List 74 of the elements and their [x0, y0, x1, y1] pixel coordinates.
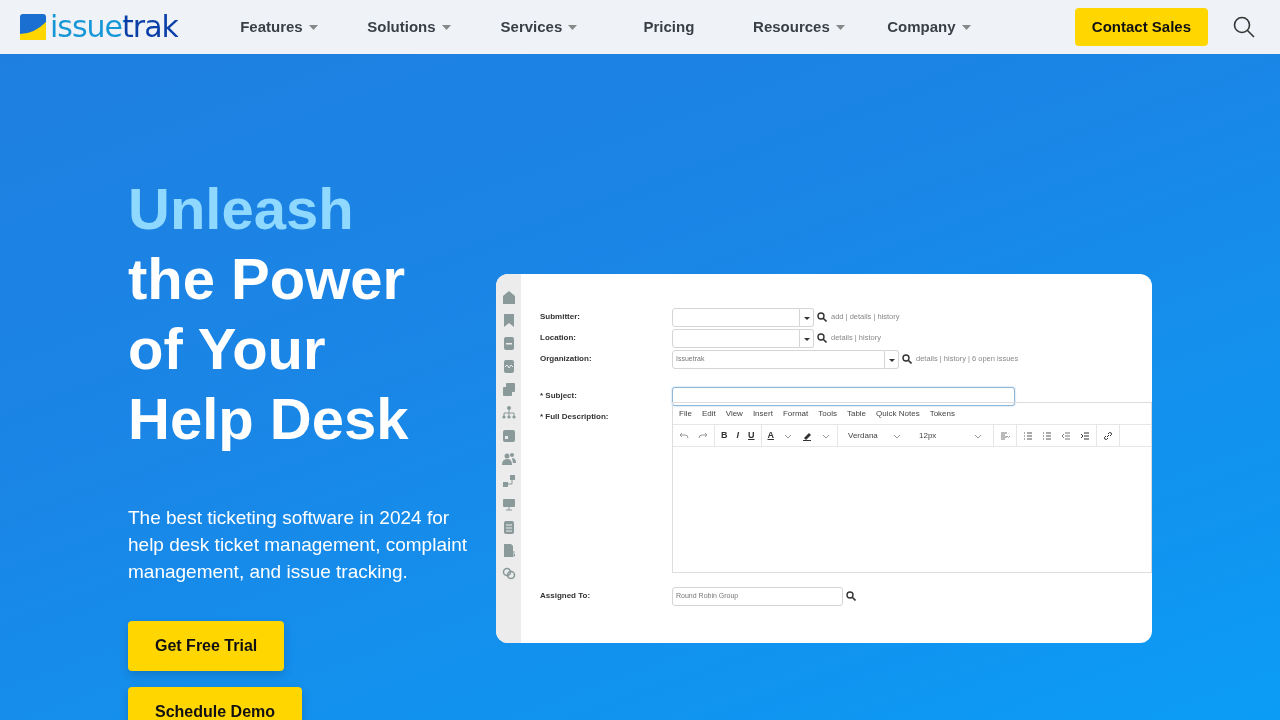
- font-size-select[interactable]: 12px: [915, 429, 987, 442]
- calendar-icon[interactable]: [501, 428, 516, 443]
- link-icon[interactable]: [1103, 430, 1113, 441]
- italic-button[interactable]: I: [736, 428, 739, 443]
- field-label: Assigned To:: [540, 590, 592, 602]
- caret-icon: [835, 24, 845, 30]
- search-icon[interactable]: [846, 591, 856, 601]
- document-icon[interactable]: [501, 336, 516, 351]
- field-label: Organization:: [540, 353, 593, 365]
- home-icon[interactable]: [501, 290, 516, 305]
- menu-item[interactable]: Insert: [752, 407, 773, 420]
- caret-icon: [308, 24, 318, 30]
- text-color-button[interactable]: A: [767, 428, 774, 443]
- workflow-icon[interactable]: [501, 474, 516, 489]
- search-icon[interactable]: [902, 354, 912, 364]
- caret-icon: [441, 24, 451, 30]
- input-field[interactable]: [672, 308, 800, 327]
- invoice-icon[interactable]: [501, 543, 516, 558]
- highlighter-icon[interactable]: [802, 430, 812, 441]
- input-field[interactable]: [672, 387, 1015, 406]
- rich-text-editor[interactable]: File Edit View Insert Format Tools Table Quick Notes Tokens B I U A Verdana 12px: [672, 402, 1152, 573]
- indent-icon[interactable]: [1080, 430, 1090, 441]
- headline-line: Help Desk: [128, 385, 410, 453]
- numbered-list-icon[interactable]: [1042, 430, 1052, 441]
- contact-sales-button[interactable]: Contact Sales: [1074, 7, 1208, 47]
- field-label: Submitter:: [540, 311, 581, 323]
- menu-item[interactable]: File: [679, 407, 692, 420]
- nav-link[interactable]: Resources: [753, 15, 845, 39]
- hero-description: The best ticketing software in 2024 for help desk ticket management, complaint management, and issue tracking.: [128, 506, 468, 584]
- nav-link[interactable]: Company: [887, 15, 971, 39]
- menu-item[interactable]: Quick Notes: [876, 407, 920, 420]
- nav-link[interactable]: Solutions: [367, 15, 451, 39]
- stacked-pages-icon[interactable]: [501, 382, 516, 397]
- search-icon[interactable]: [817, 312, 827, 322]
- dropdown-button[interactable]: [800, 308, 814, 327]
- field-label: * Subject:: [540, 390, 578, 402]
- schedule-demo-button[interactable]: Schedule Demo: [128, 687, 303, 720]
- nav-link[interactable]: Services: [500, 15, 578, 39]
- menu-item[interactable]: View: [725, 407, 743, 420]
- input-field[interactable]: [672, 329, 800, 348]
- field-label: Location:: [540, 332, 577, 344]
- font-select[interactable]: Verdana: [844, 429, 906, 442]
- align-icon[interactable]: [1000, 430, 1010, 441]
- menu-item[interactable]: Edit: [701, 407, 716, 420]
- users-icon[interactable]: [501, 451, 516, 466]
- headline-line: of Your: [128, 315, 327, 383]
- headline-line: the Power: [128, 245, 407, 313]
- dropdown-button[interactable]: [800, 329, 814, 348]
- menu-item[interactable]: Format: [782, 407, 809, 420]
- search-icon[interactable]: [817, 333, 827, 343]
- undo-icon[interactable]: [679, 430, 689, 441]
- checklist-icon[interactable]: [501, 520, 516, 535]
- chart-document-icon[interactable]: [501, 359, 516, 374]
- menu-item[interactable]: Table: [846, 407, 867, 420]
- logo-icon: [20, 14, 46, 40]
- menu-item[interactable]: Tokens: [929, 407, 955, 420]
- dropdown-button[interactable]: [885, 350, 899, 369]
- hierarchy-icon[interactable]: [501, 405, 516, 420]
- search-icon[interactable]: [1232, 15, 1256, 39]
- monitor-icon[interactable]: [501, 497, 516, 512]
- free-trial-button[interactable]: Get Free Trial: [128, 621, 285, 671]
- redo-icon[interactable]: [698, 430, 708, 441]
- nav-link[interactable]: Features: [240, 15, 318, 39]
- field-label: * Full Description:: [540, 411, 610, 423]
- nav-link[interactable]: Pricing: [643, 15, 695, 39]
- headline-line: Unleash: [128, 175, 355, 243]
- underline-button[interactable]: U: [748, 428, 755, 443]
- bookmark-icon[interactable]: [501, 313, 516, 328]
- bullet-list-icon[interactable]: [1023, 430, 1033, 441]
- menu-item[interactable]: Tools: [818, 407, 837, 420]
- caret-icon: [961, 24, 971, 30]
- outdent-icon[interactable]: [1061, 430, 1071, 441]
- bold-button[interactable]: B: [721, 428, 728, 443]
- caret-icon: [568, 24, 578, 30]
